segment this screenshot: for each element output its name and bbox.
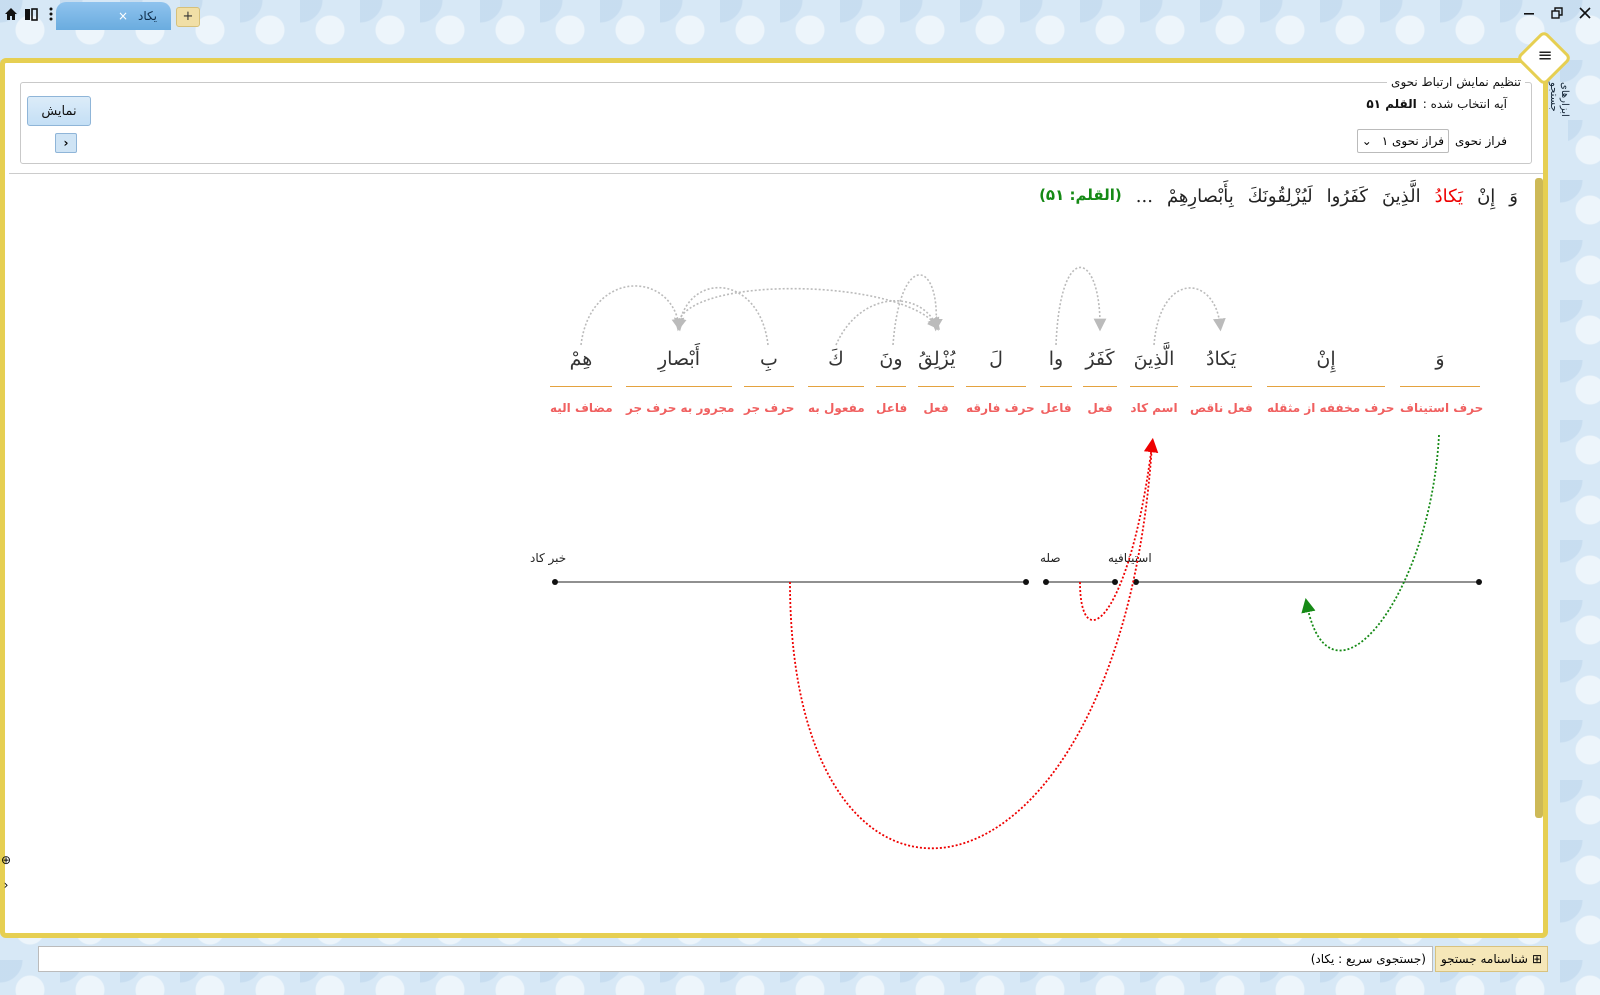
- relation-arc: [892, 274, 943, 346]
- relation-arc-red: [789, 444, 1153, 850]
- relation-arc: [835, 300, 940, 346]
- relation-arc: [580, 285, 685, 346]
- relation-arc: [678, 287, 941, 330]
- tree-node: [1112, 579, 1118, 585]
- tree-node: [1023, 579, 1029, 585]
- tree-node: [1476, 579, 1482, 585]
- tree-node: [552, 579, 558, 585]
- search-identity-button[interactable]: ⊞ شناسنامه جستجو: [1435, 946, 1548, 972]
- search-identity-label: شناسنامه جستجو: [1440, 952, 1528, 966]
- tree-node: [1043, 579, 1049, 585]
- tree-icon: ⊞: [1531, 952, 1543, 966]
- expand-left-icon[interactable]: ›: [0, 875, 12, 895]
- relation-arc: [1153, 287, 1226, 346]
- relation-arc: [673, 286, 769, 346]
- relation-arc-red: [1079, 437, 1159, 621]
- relation-arcs: [552, 266, 1482, 850]
- quick-search-field[interactable]: (جستجوی سریع : یکاد): [38, 946, 1433, 972]
- bottom-bar: (جستجوی سریع : یکاد) ⊞ شناسنامه جستجو: [38, 946, 1548, 972]
- zoom-in-icon[interactable]: ⊕: [0, 850, 12, 870]
- relation-arc-green: [1301, 434, 1440, 652]
- relation-arc: [1055, 266, 1107, 346]
- quick-search-text: (جستجوی سریع : یکاد): [1310, 952, 1426, 966]
